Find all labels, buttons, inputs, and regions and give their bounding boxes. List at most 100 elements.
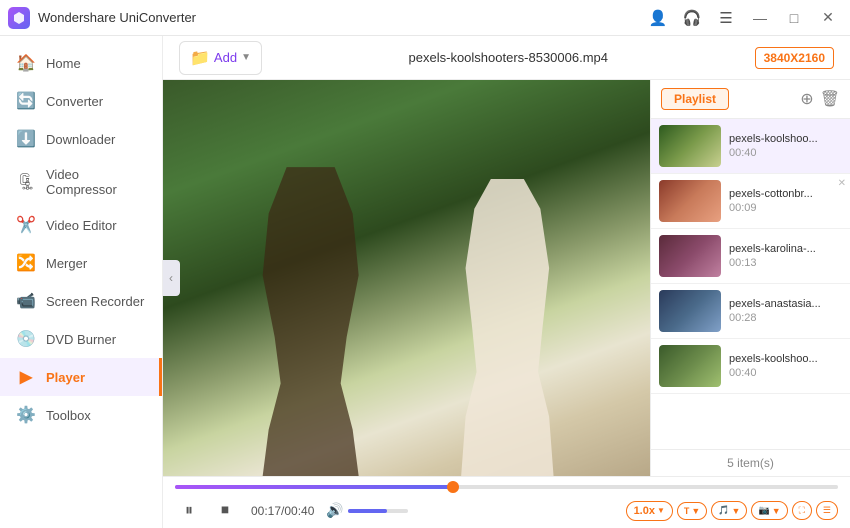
playlist-toggle-button[interactable]: ☰ (816, 501, 838, 520)
menu-icon[interactable]: ☰ (712, 4, 740, 32)
playlist-info-2: pexels-cottonbr... 00:09 (729, 188, 842, 214)
delete-from-playlist-button[interactable]: 🗑 (820, 89, 840, 109)
playlist-thumb-1 (659, 125, 721, 167)
sidebar-label-downloader: Downloader (46, 132, 115, 147)
controls-right: 1.0x ▼ T ▼ 🎵 ▼ 📷 ▼ (626, 501, 838, 521)
sidebar-label-home: Home (46, 56, 81, 71)
volume-area: 🔊 (326, 502, 407, 519)
app-title: Wondershare UniConverter (38, 10, 196, 25)
playlist-icon: ☰ (823, 505, 831, 516)
playlist-duration-2: 00:09 (729, 202, 842, 214)
close-button[interactable]: ✕ (814, 7, 842, 29)
video-area[interactable] (163, 80, 650, 476)
figure-right (452, 179, 562, 476)
progress-track[interactable] (175, 485, 838, 489)
sidebar-label-recorder: Screen Recorder (46, 294, 144, 309)
remove-item-2-button[interactable]: ✕ (838, 178, 846, 189)
speed-label: 1.0x (634, 505, 655, 517)
sidebar-item-merger[interactable]: 🔀 Merger (0, 244, 162, 282)
titlebar: Wondershare UniConverter 👤 🎧 ☰ — □ ✕ (0, 0, 850, 36)
screenshot-button[interactable]: 📷 ▼ (751, 501, 787, 520)
playlist-thumb-4 (659, 290, 721, 332)
subtitle-button[interactable]: T ▼ (677, 502, 707, 520)
playlist-footer: 5 item(s) (651, 449, 850, 476)
figure-left (251, 167, 371, 476)
maximize-button[interactable]: □ (780, 7, 808, 29)
playlist-thumb-2 (659, 180, 721, 222)
fullscreen-icon: ⛶ (799, 505, 805, 516)
add-to-playlist-button[interactable]: ⊕ (800, 89, 813, 109)
sidebar-item-downloader[interactable]: ⬇️ Downloader (0, 120, 162, 158)
sidebar: 🏠 Home 🔄 Converter ⬇️ Downloader 🗜 Video… (0, 36, 163, 528)
playlist-count: 5 item(s) (727, 456, 774, 470)
screenshot-dropdown-icon: ▼ (772, 506, 781, 516)
merger-icon: 🔀 (16, 253, 36, 273)
collapse-sidebar-button[interactable]: ‹ (163, 260, 180, 296)
progress-thumb[interactable] (447, 481, 459, 493)
playlist-actions: ⊕ 🗑 (800, 89, 840, 109)
volume-fill (348, 509, 387, 513)
home-icon: 🏠 (16, 53, 36, 73)
total-time: 00:40 (284, 504, 314, 518)
fullscreen-button[interactable]: ⛶ (792, 501, 812, 520)
file-title: pexels-koolshooters-8530006.mp4 (274, 50, 743, 65)
player-icon: ▶ (16, 367, 36, 387)
add-dropdown-icon: ▼ (241, 52, 251, 63)
sidebar-item-home[interactable]: 🏠 Home (0, 44, 162, 82)
sidebar-item-player[interactable]: ▶ Player (0, 358, 162, 396)
volume-slider[interactable] (348, 509, 408, 513)
playlist-tab[interactable]: Playlist (661, 88, 729, 110)
playlist-name-4: pexels-anastasia... (729, 298, 842, 310)
time-display: 00:17/00:40 (251, 504, 314, 518)
editor-icon: ✂️ (16, 215, 36, 235)
sidebar-item-screen-recorder[interactable]: 📹 Screen Recorder (0, 282, 162, 320)
resolution-badge: 3840X2160 (755, 47, 834, 69)
add-icon: 📁 (190, 48, 210, 68)
playlist-name-5: pexels-koolshoo... (729, 353, 842, 365)
sidebar-item-video-editor[interactable]: ✂️ Video Editor (0, 206, 162, 244)
stop-button[interactable]: ⏹ (211, 497, 239, 525)
headphone-icon[interactable]: 🎧 (678, 4, 706, 32)
subtitle-dropdown-icon: ▼ (691, 506, 700, 516)
playlist-panel: Playlist ⊕ 🗑 pexels-koolshoo... 00:40 (650, 80, 850, 476)
playlist-item[interactable]: pexels-anastasia... 00:28 (651, 284, 850, 339)
titlebar-left: Wondershare UniConverter (8, 7, 196, 29)
downloader-icon: ⬇️ (16, 129, 36, 149)
volume-icon[interactable]: 🔊 (326, 502, 343, 519)
playlist-duration-4: 00:28 (729, 312, 842, 324)
minimize-button[interactable]: — (746, 7, 774, 29)
audio-button[interactable]: 🎵 ▼ (711, 501, 747, 520)
playlist-info-1: pexels-koolshoo... 00:40 (729, 133, 842, 159)
sidebar-item-toolbox[interactable]: ⚙️ Toolbox (0, 396, 162, 434)
sidebar-label-player: Player (46, 370, 85, 385)
playlist-item[interactable]: pexels-koolshoo... 00:40 (651, 339, 850, 394)
player-wrapper: ‹ Playlist ⊕ 🗑 (163, 80, 850, 476)
progress-fill (175, 485, 453, 489)
playlist-item[interactable]: pexels-karolina-... 00:13 (651, 229, 850, 284)
playlist-thumb-3 (659, 235, 721, 277)
subtitle-icon: T (684, 506, 690, 516)
sidebar-item-dvd-burner[interactable]: 💿 DVD Burner (0, 320, 162, 358)
user-icon[interactable]: 👤 (644, 4, 672, 32)
speed-button[interactable]: 1.0x ▼ (626, 501, 673, 521)
recorder-icon: 📹 (16, 291, 36, 311)
playlist-items: pexels-koolshoo... 00:40 pexels-cottonbr… (651, 119, 850, 449)
playlist-info-4: pexels-anastasia... 00:28 (729, 298, 842, 324)
playlist-item[interactable]: pexels-koolshoo... 00:40 (651, 119, 850, 174)
content-area: 📁 Add ▼ pexels-koolshooters-8530006.mp4 … (163, 36, 850, 528)
playlist-thumb-5 (659, 345, 721, 387)
playlist-item[interactable]: pexels-cottonbr... 00:09 ✕ (651, 174, 850, 229)
playlist-info-3: pexels-karolina-... 00:13 (729, 243, 842, 269)
sidebar-item-video-compressor[interactable]: 🗜 Video Compressor (0, 158, 162, 206)
converter-icon: 🔄 (16, 91, 36, 111)
sidebar-label-converter: Converter (46, 94, 103, 109)
playlist-header: Playlist ⊕ 🗑 (651, 80, 850, 119)
screenshot-icon: 📷 (758, 505, 769, 516)
add-button-label: Add (214, 50, 237, 65)
top-bar: 📁 Add ▼ pexels-koolshooters-8530006.mp4 … (163, 36, 850, 80)
add-file-button[interactable]: 📁 Add ▼ (179, 41, 262, 75)
sidebar-item-converter[interactable]: 🔄 Converter (0, 82, 162, 120)
playlist-duration-5: 00:40 (729, 367, 842, 379)
sidebar-label-merger: Merger (46, 256, 87, 271)
play-pause-button[interactable]: ⏸ (175, 497, 203, 525)
